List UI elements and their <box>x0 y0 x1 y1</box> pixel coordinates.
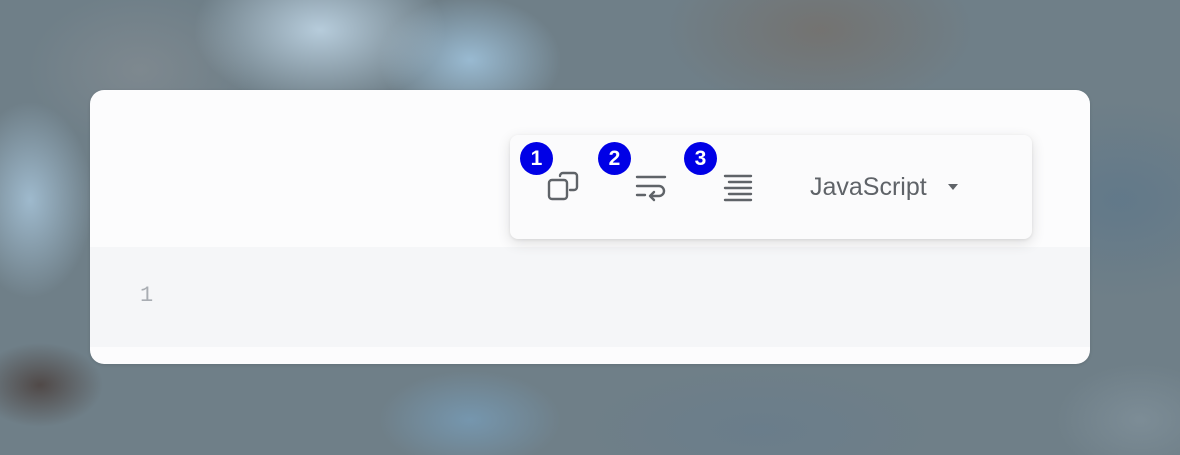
marker-badge-2: 2 <box>598 142 631 175</box>
code-area[interactable]: 1 <box>90 247 1090 347</box>
copy-icon <box>546 170 580 204</box>
caret-down-icon <box>947 184 958 190</box>
line-number: 1 <box>140 283 154 308</box>
language-select[interactable]: JavaScript <box>810 169 958 205</box>
editor-toolbar: JavaScript <box>510 135 1032 239</box>
format-align-icon <box>721 170 755 204</box>
marker-badge-1: 1 <box>520 142 553 175</box>
format-button[interactable] <box>721 170 755 204</box>
wrap-lines-button[interactable] <box>634 170 668 204</box>
wrap-lines-icon <box>634 170 668 204</box>
language-label: JavaScript <box>810 172 927 201</box>
marker-badge-3: 3 <box>684 142 717 175</box>
copy-button[interactable] <box>546 170 580 204</box>
